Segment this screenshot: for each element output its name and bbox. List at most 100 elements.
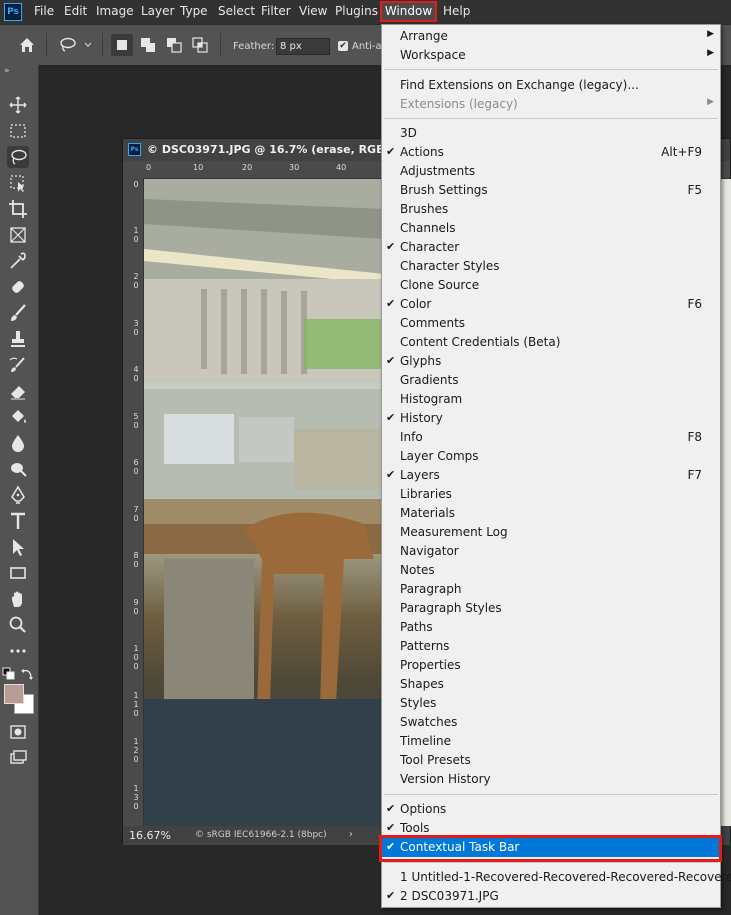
status-arrow-icon[interactable]: › xyxy=(349,829,353,840)
checkmark-icon: ✔ xyxy=(386,468,396,481)
intersect-selection-icon[interactable] xyxy=(191,36,209,54)
screen-mode-icon[interactable] xyxy=(7,747,29,769)
ruler-tick-label: 7 0 xyxy=(133,505,139,523)
lasso-preset-picker[interactable] xyxy=(58,36,96,54)
menu-help[interactable]: Help xyxy=(443,4,470,18)
window-menu-item-paragraph-styles[interactable]: Paragraph Styles xyxy=(382,599,720,618)
menu-item-label: History xyxy=(400,411,443,425)
window-menu-item-histogram[interactable]: Histogram xyxy=(382,390,720,409)
window-menu-item-tool-presets[interactable]: Tool Presets xyxy=(382,751,720,770)
menu-item-label: Libraries xyxy=(400,487,452,501)
menu-type[interactable]: Type xyxy=(180,4,208,18)
paint-bucket-tool-icon[interactable] xyxy=(7,406,29,428)
window-menu-item-paragraph[interactable]: Paragraph xyxy=(382,580,720,599)
window-menu-item-patterns[interactable]: Patterns xyxy=(382,637,720,656)
rectangle-tool-icon[interactable] xyxy=(7,562,29,584)
window-menu-item-layer-comps[interactable]: Layer Comps xyxy=(382,447,720,466)
window-menu-item-arrange[interactable]: Arrange ▶ xyxy=(382,27,720,46)
subtract-from-selection-icon[interactable] xyxy=(165,36,183,54)
antialias-checkbox[interactable]: ✔ xyxy=(338,41,348,51)
quick-mask-icon[interactable] xyxy=(7,721,29,743)
window-menu-item-notes[interactable]: Notes xyxy=(382,561,720,580)
window-menu-item-actions[interactable]: ✔ Actions Alt+F9 xyxy=(382,143,720,162)
window-menu-item-libraries[interactable]: Libraries xyxy=(382,485,720,504)
window-menu-item-clone-source[interactable]: Clone Source xyxy=(382,276,720,295)
menu-plugins[interactable]: Plugins xyxy=(335,4,378,18)
window-menu-item-properties[interactable]: Properties xyxy=(382,656,720,675)
menu-edit[interactable]: Edit xyxy=(64,4,87,18)
lasso-tool-icon[interactable] xyxy=(7,146,29,168)
add-to-selection-icon[interactable] xyxy=(139,36,157,54)
dodge-tool-icon[interactable] xyxy=(7,458,29,480)
window-menu-item-character-styles[interactable]: Character Styles xyxy=(382,257,720,276)
zoom-level[interactable]: 16.67% xyxy=(129,829,171,842)
object-selection-tool-icon[interactable] xyxy=(7,172,29,194)
window-menu-item-history[interactable]: ✔ History xyxy=(382,409,720,428)
window-menu-item-workspace[interactable]: Workspace ▶ xyxy=(382,46,720,65)
crop-tool-icon[interactable] xyxy=(7,198,29,220)
eyedropper-tool-icon[interactable] xyxy=(7,250,29,272)
window-menu-item-adjustments[interactable]: Adjustments xyxy=(382,162,720,181)
clone-stamp-tool-icon[interactable] xyxy=(7,328,29,350)
frame-tool-icon[interactable] xyxy=(7,224,29,246)
menu-item-label: Tools xyxy=(400,821,430,835)
window-menu-item-channels[interactable]: Channels xyxy=(382,219,720,238)
menu-view[interactable]: View xyxy=(299,4,327,18)
menu-item-label: Clone Source xyxy=(400,278,480,292)
window-menu-item-layers[interactable]: ✔ Layers F7 xyxy=(382,466,720,485)
window-menu-item-brush-settings[interactable]: Brush Settings F5 xyxy=(382,181,720,200)
menu-select[interactable]: Select xyxy=(218,4,255,18)
menu-layer[interactable]: Layer xyxy=(141,4,174,18)
marquee-tool-icon[interactable] xyxy=(7,120,29,142)
menu-window[interactable]: Window xyxy=(380,1,437,22)
brush-tool-icon[interactable] xyxy=(7,302,29,324)
window-menu-item-find-extensions-on-exchange-legacy[interactable]: Find Extensions on Exchange (legacy)... xyxy=(382,76,720,95)
window-menu-item-glyphs[interactable]: ✔ Glyphs xyxy=(382,352,720,371)
window-menu-item-version-history[interactable]: Version History xyxy=(382,770,720,789)
vertical-ruler[interactable]: 0 1 0 2 0 3 0 4 0 5 0 6 0 7 0 8 0 9 0 1 … xyxy=(123,178,144,826)
window-menu-item-materials[interactable]: Materials xyxy=(382,504,720,523)
menu-filter[interactable]: Filter xyxy=(261,4,291,18)
foreground-color-swatch[interactable] xyxy=(4,684,24,704)
blur-tool-icon[interactable] xyxy=(7,432,29,454)
home-icon[interactable] xyxy=(18,36,36,54)
move-tool-icon[interactable] xyxy=(7,94,29,116)
swap-colors-icon[interactable] xyxy=(20,666,34,680)
window-menu-item-shapes[interactable]: Shapes xyxy=(382,675,720,694)
path-selection-tool-icon[interactable] xyxy=(7,536,29,558)
window-menu-item-paths[interactable]: Paths xyxy=(382,618,720,637)
collapse-panel-icon[interactable]: » xyxy=(4,66,10,76)
default-colors-icon[interactable] xyxy=(2,666,16,680)
eraser-tool-icon[interactable] xyxy=(7,380,29,402)
window-menu-item-comments[interactable]: Comments xyxy=(382,314,720,333)
window-menu-item-swatches[interactable]: Swatches xyxy=(382,713,720,732)
window-menu-item-navigator[interactable]: Navigator xyxy=(382,542,720,561)
window-menu-item-color[interactable]: ✔ Color F6 xyxy=(382,295,720,314)
pen-tool-icon[interactable] xyxy=(7,484,29,506)
window-menu-item-3d[interactable]: 3D xyxy=(382,124,720,143)
ruler-tick-label: 1 2 0 xyxy=(133,737,139,764)
more-tools-icon[interactable] xyxy=(7,640,29,662)
type-tool-icon[interactable] xyxy=(7,510,29,532)
menu-item-label: Gradients xyxy=(400,373,459,387)
window-menu-item-brushes[interactable]: Brushes xyxy=(382,200,720,219)
hand-tool-icon[interactable] xyxy=(7,588,29,610)
zoom-tool-icon[interactable] xyxy=(7,614,29,636)
window-menu-item-gradients[interactable]: Gradients xyxy=(382,371,720,390)
window-menu-item-character[interactable]: ✔ Character xyxy=(382,238,720,257)
window-menu-item-info[interactable]: Info F8 xyxy=(382,428,720,447)
window-menu-item-content-credentials-beta[interactable]: Content Credentials (Beta) xyxy=(382,333,720,352)
window-menu-item-styles[interactable]: Styles xyxy=(382,694,720,713)
window-menu-item-measurement-log[interactable]: Measurement Log xyxy=(382,523,720,542)
window-menu-item-timeline[interactable]: Timeline xyxy=(382,732,720,751)
menu-file[interactable]: File xyxy=(34,4,54,18)
window-menu-item-options[interactable]: ✔ Options xyxy=(382,800,720,819)
menu-image[interactable]: Image xyxy=(96,4,134,18)
window-menu-item-1-untitled-1-recovered-recovered-recovered-recovered[interactable]: 1 Untitled-1-Recovered-Recovered-Recover… xyxy=(382,868,731,887)
photoshop-logo-icon[interactable]: Ps xyxy=(4,3,22,21)
new-selection-icon[interactable] xyxy=(111,34,133,56)
window-menu-item-2-dsc03971-jpg[interactable]: ✔ 2 DSC03971.JPG xyxy=(382,887,720,906)
feather-input[interactable]: 8 px xyxy=(276,38,330,55)
healing-brush-tool-icon[interactable] xyxy=(7,276,29,298)
history-brush-tool-icon[interactable] xyxy=(7,354,29,376)
